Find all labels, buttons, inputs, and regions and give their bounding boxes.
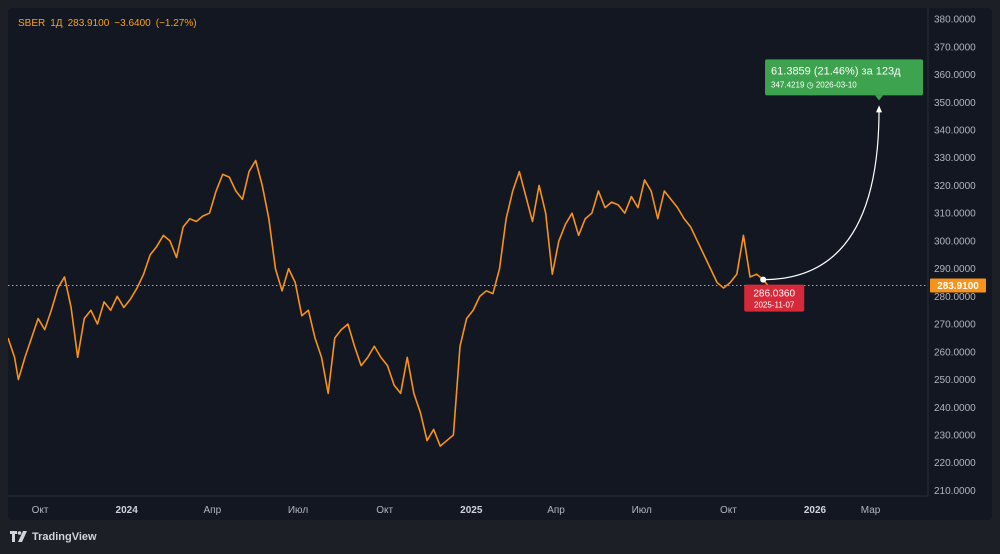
measure-end-badge-pointer	[875, 95, 884, 101]
y-tick-label: 380.0000	[934, 15, 976, 26]
x-tick-label: Окт	[376, 505, 393, 516]
measure-start-point[interactable]	[760, 276, 767, 283]
x-tick-label: Окт	[32, 505, 49, 516]
symbol-legend: SBER 1Д 283.9100 −3.6400 (−1.27%)	[18, 18, 202, 29]
tradingview-logo-icon	[10, 531, 27, 542]
measure-start-price: 286.0360	[753, 289, 795, 300]
measure-summary: 61.3859 (21.46%) за 123д	[771, 65, 901, 77]
x-tick-label: Мар	[861, 505, 881, 516]
x-tick-label: Апр	[204, 505, 222, 516]
x-tick-label: Июл	[288, 505, 308, 516]
y-tick-label: 300.0000	[934, 236, 976, 247]
y-tick-label: 360.0000	[934, 70, 976, 81]
y-tick-label: 250.0000	[934, 375, 976, 386]
price-line-series[interactable]	[8, 159, 769, 447]
y-tick-label: 240.0000	[934, 403, 976, 414]
x-tick-label: 2026	[804, 505, 827, 516]
x-tick-label: 2025	[460, 505, 483, 516]
legend-change: −3.6400	[114, 18, 151, 29]
x-tick-label: Июл	[632, 505, 652, 516]
measure-end-detail: 347.4219 ◷ 2026-03-10	[771, 80, 857, 89]
x-tick-label: Апр	[547, 505, 565, 516]
legend-change-pct: (−1.27%)	[155, 18, 197, 29]
y-tick-label: 340.0000	[934, 126, 976, 137]
y-tick-label: 350.0000	[934, 98, 976, 109]
price-chart[interactable]: 210.0000 220.0000 230.0000 240.0000 250.0000…	[8, 8, 992, 520]
y-tick-label: 320.0000	[934, 181, 976, 192]
measure-curve[interactable]	[763, 109, 880, 281]
legend-last: 283.9100	[67, 18, 110, 29]
legend-interval[interactable]: 1Д	[50, 18, 62, 29]
y-tick-label: 330.0000	[934, 153, 976, 164]
y-tick-label: 260.0000	[934, 347, 976, 358]
x-tick-label: 2024	[116, 505, 139, 516]
chart-window: 210.0000 220.0000 230.0000 240.0000 250.0000…	[0, 0, 1000, 554]
y-tick-label: 270.0000	[934, 320, 976, 331]
x-tick-label: Окт	[720, 505, 737, 516]
y-tick-label: 230.0000	[934, 431, 976, 442]
measure-arrow-icon	[876, 105, 883, 113]
y-tick-label: 220.0000	[934, 458, 976, 469]
chart-panel[interactable]: 210.0000 220.0000 230.0000 240.0000 250.0000…	[8, 8, 992, 520]
tradingview-logo[interactable]: TradingView	[10, 531, 97, 543]
y-tick-label: 210.0000	[934, 486, 976, 497]
y-tick-label: 370.0000	[934, 42, 976, 53]
y-tick-label: 280.0000	[934, 292, 976, 303]
y-tick-label: 310.0000	[934, 209, 976, 220]
legend-symbol[interactable]: SBER	[18, 18, 45, 29]
tradingview-logo-text: TradingView	[32, 531, 97, 543]
y-tick-label: 290.0000	[934, 264, 976, 275]
last-price-badge-text: 283.9100	[937, 281, 979, 292]
measure-start-date: 2025-11-07	[754, 301, 795, 310]
